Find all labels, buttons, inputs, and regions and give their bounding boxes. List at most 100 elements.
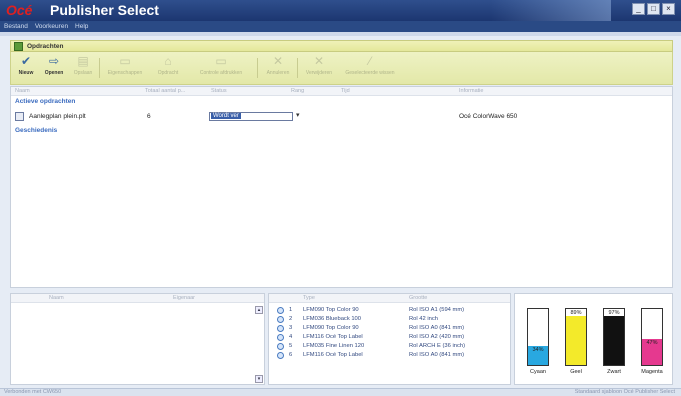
ink-label: Geel: [570, 369, 582, 375]
print-check-button[interactable]: ▭ Controle afdrukken: [191, 54, 251, 83]
section-history[interactable]: Geschiedenis: [15, 127, 57, 134]
column-type[interactable]: Type: [303, 295, 315, 301]
file-icon: [15, 112, 24, 121]
jobs-icon: [14, 42, 23, 51]
open-button[interactable]: ⇨ Openen: [41, 54, 67, 83]
list-item[interactable]: 6 LFM116 Océ Top Label Rol ISO A0 (841 m…: [269, 352, 510, 360]
ink-cartridge-geel: 89%: [565, 308, 587, 366]
table-row[interactable]: Aanlegplan plein.plt 6 Wordt ver ▾ Océ C…: [11, 110, 672, 123]
column-total-count[interactable]: Totaal aantal p...: [145, 88, 185, 94]
delete-button-label: Verwijderen: [305, 70, 333, 76]
media-index: 6: [289, 352, 293, 358]
chevron-down-icon[interactable]: ▾: [296, 111, 300, 119]
media-size: Rol ARCH E (36 inch): [409, 343, 466, 349]
clear-selected-button[interactable]: ⁄ Geselecteerde wissen: [341, 54, 399, 83]
cancel-button[interactable]: ✕ Annuleren: [263, 54, 293, 83]
properties-icon: ▭: [119, 54, 131, 68]
menu-item-bestand[interactable]: Bestand: [4, 23, 28, 30]
jobs-panel-title: Opdrachten: [27, 43, 64, 50]
column-information[interactable]: Informatie: [459, 88, 483, 94]
media-index: 1: [289, 307, 293, 313]
minimize-icon[interactable]: _: [632, 3, 645, 15]
column-user-name[interactable]: Naam: [49, 295, 64, 301]
media-index: 3: [289, 325, 293, 331]
toolbar-separator: [297, 58, 298, 78]
column-owner[interactable]: Eigenaar: [173, 295, 195, 301]
job-status-field[interactable]: Wordt ver: [209, 112, 293, 121]
cancel-button-label: Annuleren: [266, 70, 290, 76]
ink-cartridge-magenta: 47%: [641, 308, 663, 366]
jobs-list: Naam Totaal aantal p... Status Rang Tijd…: [10, 86, 673, 288]
save-icon: ▤: [77, 54, 89, 68]
roll-icon: [277, 325, 284, 332]
column-size[interactable]: Grootte: [409, 295, 427, 301]
print-check-button-label: Controle afdrukken: [199, 70, 243, 76]
column-time[interactable]: Tijd: [341, 88, 350, 94]
media-index: 5: [289, 343, 293, 349]
list-item[interactable]: 3 LFM090 Top Color 90 Rol ISO A0 (841 mm…: [269, 325, 510, 333]
ink-cartridge-zwart: 97%: [603, 308, 625, 366]
job-button[interactable]: ⌂ Opdracht: [153, 54, 183, 83]
list-item[interactable]: 4 LFM116 Océ Top Label Rol ISO A2 (420 m…: [269, 334, 510, 342]
column-name[interactable]: Naam: [15, 88, 30, 94]
new-button[interactable]: ✔ Nieuw: [15, 54, 37, 83]
jobs-panel-header: Opdrachten: [10, 40, 673, 52]
roll-icon: [277, 307, 284, 314]
list-item[interactable]: 1 LFM090 Top Color 90 Rol ISO A1 (594 mm…: [269, 307, 510, 315]
template-status: Standaard sjabloon Océ Publisher Select: [574, 389, 675, 395]
ink-levels-panel: 34% 89% 97% 47% Cyaan Geel Zwart Magenta: [514, 293, 673, 385]
media-type: LFM035 Fine Linen 120: [303, 343, 365, 349]
media-type: LFM036 Blueback 100: [303, 316, 362, 322]
scroll-down-icon[interactable]: ▾: [255, 375, 263, 383]
users-panel: Naam Eigenaar ▴ ▾: [10, 293, 265, 385]
media-index: 2: [289, 316, 293, 322]
scroll-up-icon[interactable]: ▴: [255, 306, 263, 314]
media-type: LFM090 Top Color 90: [303, 325, 359, 331]
job-status-value: Wordt ver: [211, 113, 241, 119]
column-rank[interactable]: Rang: [291, 88, 304, 94]
menu-bar: Bestand Voorkeuren Help: [0, 21, 681, 32]
status-bar: Verbonden met CW650 Standaard sjabloon O…: [0, 388, 681, 396]
ink-percent: 47%: [646, 340, 658, 347]
jobs-list-header: Naam Totaal aantal p... Status Rang Tijd…: [11, 87, 672, 96]
title-bar: Océ Publisher Select _ □ ×: [0, 0, 681, 21]
roll-icon: [277, 343, 284, 350]
check-icon: ✔: [20, 54, 32, 68]
properties-button-label: Eigenschappen: [107, 70, 143, 76]
media-size: Rol 42 inch: [409, 316, 439, 322]
save-button[interactable]: ▤ Opslaan: [71, 54, 95, 83]
toolbar-separator: [257, 58, 258, 78]
list-item[interactable]: 5 LFM035 Fine Linen 120 Rol ARCH E (36 i…: [269, 343, 510, 351]
connection-status: Verbonden met CW650: [4, 389, 62, 395]
list-item[interactable]: 2 LFM036 Blueback 100 Rol 42 inch: [269, 316, 510, 324]
ink-percent: 89%: [566, 310, 586, 316]
toolbar-separator: [99, 58, 100, 78]
new-button-label: Nieuw: [18, 70, 34, 76]
window-controls: _ □ ×: [632, 3, 675, 15]
ink-fill: [604, 310, 624, 365]
media-type: LFM090 Top Color 90: [303, 307, 359, 313]
close-icon[interactable]: ×: [662, 3, 675, 15]
section-active-jobs[interactable]: Actieve opdrachten: [15, 98, 75, 105]
folder-open-icon: ⇨: [48, 54, 60, 68]
properties-button[interactable]: ▭ Eigenschappen: [103, 54, 147, 83]
maximize-icon[interactable]: □: [647, 3, 660, 15]
media-size: Rol ISO A2 (420 mm): [409, 334, 465, 340]
job-name: Aanlegplan plein.plt: [29, 113, 86, 120]
x-icon: ✕: [313, 54, 325, 68]
media-size: Rol ISO A0 (841 mm): [409, 352, 465, 358]
ink-cartridge-cyaan: 34%: [527, 308, 549, 366]
media-size: Rol ISO A1 (594 mm): [409, 307, 465, 313]
ink-fill: [566, 315, 586, 365]
media-type: LFM116 Océ Top Label: [303, 334, 363, 340]
job-count: 6: [147, 113, 151, 120]
delete-button[interactable]: ✕ Verwijderen: [303, 54, 335, 83]
menu-item-help[interactable]: Help: [75, 23, 88, 30]
ink-percent: 97%: [604, 310, 624, 316]
app-title: Publisher Select: [50, 2, 159, 18]
brand-logo: Océ: [6, 2, 33, 18]
clear-selected-button-label: Geselecteerde wissen: [345, 70, 395, 76]
job-icon: ⌂: [164, 54, 172, 68]
column-status[interactable]: Status: [211, 88, 227, 94]
menu-item-voorkeuren[interactable]: Voorkeuren: [35, 23, 68, 30]
